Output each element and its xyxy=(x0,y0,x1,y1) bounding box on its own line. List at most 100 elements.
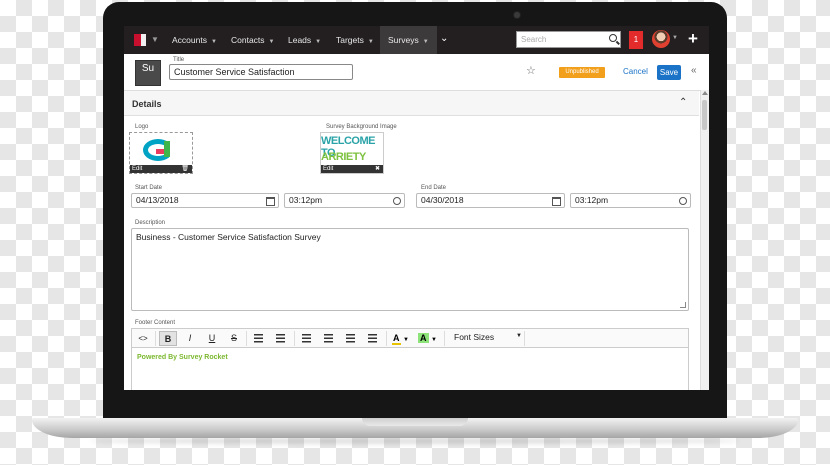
laptop-notch xyxy=(362,418,468,426)
calendar-icon[interactable] xyxy=(266,197,275,206)
app-screen: ▼ Accounts ▼ Contacts ▼ Leads ▼ Targets ▼ Su… xyxy=(124,26,709,390)
chevron-up-icon[interactable]: ⌃ xyxy=(679,97,687,108)
justify-icon xyxy=(368,334,377,343)
background-color-button[interactable]: A ▼ xyxy=(418,331,437,346)
favorite-star-icon[interactable]: ☆ xyxy=(526,64,536,77)
logo-edit-bar[interactable]: Edit 🗑 xyxy=(130,165,192,173)
logo-image[interactable]: Edit 🗑 xyxy=(129,132,193,174)
toolbar-separator xyxy=(246,331,247,346)
nav-item-contacts[interactable]: Contacts ▼ xyxy=(231,26,275,54)
description-label: Description xyxy=(135,220,166,226)
details-panel: Details ⌃ Logo Edit 🗑 Survey Background I… xyxy=(124,91,699,390)
chevron-down-icon: ▼ xyxy=(431,337,437,343)
notification-badge[interactable]: 1 xyxy=(629,31,643,49)
logo-mark-part xyxy=(164,141,170,157)
logo-label: Logo xyxy=(135,124,149,130)
laptop-shadow xyxy=(90,438,740,444)
toolbar-separator xyxy=(294,331,295,346)
toolbar-separator xyxy=(386,331,387,346)
align-right-icon xyxy=(346,334,355,343)
bullet-list-button[interactable] xyxy=(250,331,268,346)
title-label: Title xyxy=(173,57,185,63)
start-date-input[interactable]: 04/13/2018 xyxy=(131,193,279,208)
end-date-input[interactable]: 04/30/2018 xyxy=(416,193,565,208)
align-left-icon xyxy=(302,334,311,343)
text-color-glyph: A xyxy=(392,333,401,345)
bg-image-edit-bar[interactable]: Edit ✖ xyxy=(321,165,383,173)
underline-button[interactable]: U xyxy=(203,331,221,346)
bold-button[interactable]: B xyxy=(159,331,177,346)
description-textarea[interactable]: Business - Customer Service Satisfaction… xyxy=(131,228,689,311)
chevron-down-icon[interactable]: ▼ xyxy=(151,35,159,44)
strikethrough-button[interactable]: S xyxy=(225,331,243,346)
chevron-down-icon[interactable]: ▼ xyxy=(672,35,678,41)
align-left-button[interactable] xyxy=(298,331,316,346)
scroll-up-icon[interactable] xyxy=(702,91,708,95)
end-time-input[interactable]: 03:12pm xyxy=(570,193,691,208)
chevron-down-icon: ▼ xyxy=(315,39,322,45)
text-color-button[interactable]: A ▼ xyxy=(392,331,409,346)
bg-color-glyph: A xyxy=(418,333,429,343)
code-view-button[interactable]: <> xyxy=(134,331,152,346)
avatar[interactable] xyxy=(652,30,670,48)
brand-logo-icon[interactable] xyxy=(134,33,148,47)
clock-icon[interactable] xyxy=(679,197,687,205)
align-center-button[interactable] xyxy=(320,331,338,346)
chevron-down-icon: ▼ xyxy=(403,337,409,343)
clock-icon[interactable] xyxy=(393,197,401,205)
save-button[interactable]: Save xyxy=(657,65,681,80)
numbered-list-button[interactable] xyxy=(272,331,290,346)
italic-button[interactable]: I xyxy=(181,331,199,346)
status-badge[interactable]: Unpublished xyxy=(559,67,605,78)
nav-item-targets[interactable]: Targets ▼ xyxy=(336,26,374,54)
chevron-down-icon: ▼ xyxy=(422,39,429,45)
cancel-button[interactable]: Cancel xyxy=(623,67,648,76)
chevron-down-icon: ▼ xyxy=(516,333,522,339)
footer-content-label: Footer Content xyxy=(135,320,176,326)
record-header: Su Title Customer Service Satisfaction ☆… xyxy=(124,54,709,91)
align-center-icon xyxy=(324,334,333,343)
calendar-icon[interactable] xyxy=(552,197,561,206)
start-time-input[interactable]: 03:12pm xyxy=(284,193,405,208)
scroll-thumb[interactable] xyxy=(702,100,707,130)
record-type-badge: Su xyxy=(135,60,161,86)
add-icon[interactable]: + xyxy=(688,29,698,49)
justify-button[interactable] xyxy=(364,331,382,346)
font-sizes-dropdown[interactable]: Font Sizes ▼ xyxy=(454,332,522,342)
search-input[interactable]: Search xyxy=(516,31,621,48)
top-nav: ▼ Accounts ▼ Contacts ▼ Leads ▼ Targets ▼ Su… xyxy=(124,26,709,54)
end-date-label: End Date xyxy=(421,185,447,191)
bg-image-edit-button[interactable]: Edit xyxy=(323,166,333,172)
section-title: Details xyxy=(132,99,162,109)
footer-editor[interactable]: Powered By Survey Rocket xyxy=(131,348,689,390)
chevron-down-icon: ▼ xyxy=(268,39,275,45)
background-image[interactable]: WELCOME TO ARRIETY Edit ✖ xyxy=(320,132,384,174)
resize-handle-icon[interactable] xyxy=(680,302,686,308)
nav-item-surveys[interactable]: Surveys ▼ xyxy=(380,26,437,54)
scrollbar[interactable] xyxy=(700,90,709,390)
details-section-header[interactable]: Details ⌃ xyxy=(124,91,699,116)
bg-image-label: Survey Background Image xyxy=(326,124,397,130)
toolbar-separator xyxy=(155,331,156,346)
logo-mark-part xyxy=(156,149,164,154)
nav-item-accounts[interactable]: Accounts ▼ xyxy=(172,26,217,54)
camera-icon xyxy=(514,12,520,18)
chevron-down-icon: ▼ xyxy=(367,39,374,45)
numbered-list-icon xyxy=(276,334,285,343)
nav-item-leads[interactable]: Leads ▼ xyxy=(288,26,321,54)
close-icon[interactable]: ✖ xyxy=(375,165,380,173)
toolbar-separator xyxy=(524,331,525,346)
search-icon[interactable] xyxy=(609,34,617,42)
start-date-label: Start Date xyxy=(135,185,163,191)
logo-edit-button[interactable]: Edit xyxy=(132,166,142,172)
align-right-button[interactable] xyxy=(342,331,360,346)
title-input[interactable]: Customer Service Satisfaction xyxy=(169,64,353,80)
bullet-list-icon xyxy=(254,334,263,343)
trash-icon[interactable]: 🗑 xyxy=(181,165,189,173)
more-menu-icon[interactable]: ⌄ xyxy=(440,33,448,44)
bg-image-text: ARRIETY xyxy=(321,151,366,163)
footer-text: Powered By Survey Rocket xyxy=(137,354,228,361)
chevron-down-icon: ▼ xyxy=(210,39,217,45)
collapse-panel-icon[interactable]: « xyxy=(691,65,697,76)
editor-toolbar: <> B I U S A ▼ A ▼ Font Sizes ▼ xyxy=(131,328,689,348)
